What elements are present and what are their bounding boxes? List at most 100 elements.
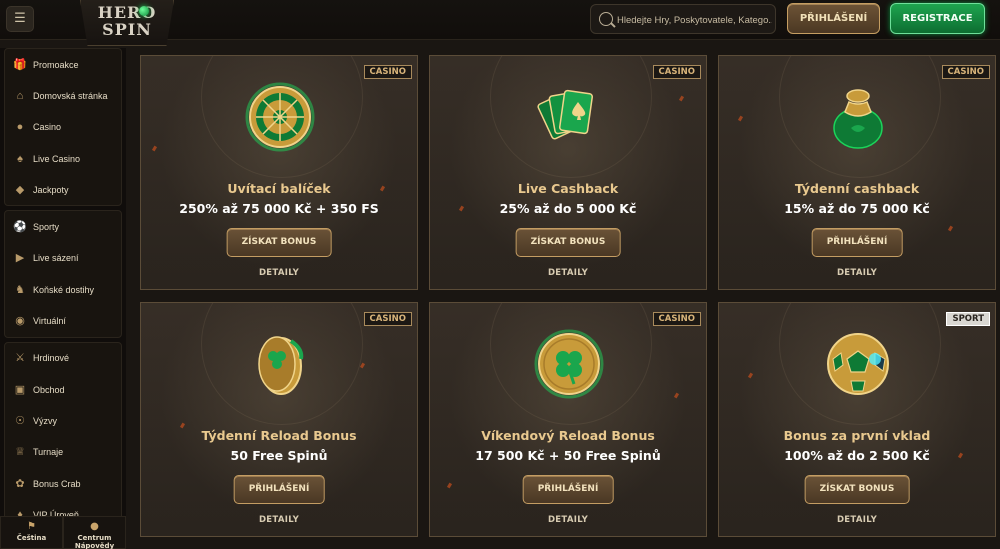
sidebar-toggle-button[interactable]: ☰ — [6, 6, 34, 32]
shop-icon: ▣ — [14, 383, 26, 396]
promo-offer: 50 Free Spinů — [230, 448, 328, 463]
sidebar-item-live-betting[interactable]: ▶ Live sázení — [5, 243, 121, 274]
promo-card[interactable]: CASINO Týdenní Reload Bonus 50 Free Spin… — [140, 302, 418, 537]
claim-bonus-button[interactable]: ZÍSKAT BONUS — [804, 475, 910, 504]
register-button[interactable]: REGISTRACE — [890, 3, 985, 34]
sidebar-item-label: Obchod — [33, 384, 65, 395]
login-button[interactable]: PŘIHLÁŠENÍ — [787, 3, 880, 34]
sidebar-item-label: Domovská stránka — [33, 90, 108, 101]
medal-icon: ☉ — [15, 414, 25, 427]
sidebar-toggle-icon: ☰ — [14, 11, 26, 26]
horse-icon: ♞ — [15, 283, 25, 296]
sidebar-item-shop[interactable]: ▣ Obchod — [5, 374, 121, 405]
live-icon: ▶ — [15, 252, 25, 265]
promo-offer: 17 500 Kč + 50 Free Spinů — [475, 448, 661, 463]
search-box[interactable] — [590, 4, 776, 34]
category-badge: CASINO — [652, 312, 701, 326]
promo-card[interactable]: CASINO Víkendový Reload Bonus 17 500 Kč … — [429, 302, 707, 537]
ember-decoration — [359, 362, 366, 369]
details-link[interactable]: DETAILY — [141, 515, 417, 525]
sidebar-item-virtual[interactable]: ◉ Virtuální — [5, 305, 121, 336]
sidebar-item-label: Virtuální — [33, 316, 66, 327]
sidebar: 🎁 Promoakce ⌂ Domovská stránka ● Casino ♠ Li… — [0, 48, 126, 549]
promo-offer: 100% až do 2 500 Kč — [784, 448, 930, 463]
category-badge: CASINO — [652, 65, 701, 79]
sidebar-footer: ⚑ Čeština ● Centrum Nápovědy — [0, 516, 126, 549]
sidebar-item-label: Promoakce — [33, 59, 79, 70]
ember-decoration — [151, 145, 158, 152]
cherries-icon: ● — [16, 121, 24, 134]
coin-stack-icon — [258, 336, 304, 395]
promo-card[interactable]: CASINO Live Cashback 25% až do 5 000 Kč … — [429, 55, 707, 290]
promo-title: Týdenní cashback — [794, 181, 920, 196]
home-icon: ⌂ — [16, 89, 24, 102]
promo-card[interactable]: SPORT Bonus za první vklad 100% až do 2 … — [718, 302, 996, 537]
help-center-label: Centrum Nápovědy — [74, 534, 115, 549]
sidebar-item-horse-racing[interactable]: ♞ Koňské dostihy — [5, 274, 121, 305]
promo-title: Uvítací balíček — [227, 181, 331, 196]
details-link[interactable]: DETAILY — [430, 515, 706, 525]
category-badge: CASINO — [941, 65, 990, 79]
logo[interactable]: HERO SPIN — [80, 0, 174, 46]
language-label: Čeština — [16, 534, 47, 542]
promo-title: Bonus za první vklad — [783, 428, 931, 443]
roulette-wheel-icon — [245, 82, 315, 152]
details-link[interactable]: DETAILY — [430, 268, 706, 278]
sidebar-item-label: Hrdinové — [33, 353, 70, 364]
sidebar-item-home[interactable]: ⌂ Domovská stránka — [5, 80, 121, 111]
sidebar-item-sports[interactable]: ⚽ Sporty — [5, 211, 121, 242]
swords-icon: ⚔ — [15, 352, 25, 365]
money-bag-icon — [833, 89, 883, 149]
ember-decoration — [446, 482, 453, 489]
jackpot-icon: ◆ — [15, 183, 25, 196]
category-badge: CASINO — [363, 65, 412, 79]
category-badge: SPORT — [946, 312, 990, 326]
ember-decoration — [947, 225, 954, 232]
promo-title: Live Cashback — [517, 181, 619, 196]
sidebar-item-live-casino[interactable]: ♠ Live Casino — [5, 143, 121, 174]
login-button[interactable]: PŘIHLÁŠENÍ — [233, 475, 325, 504]
czech-flag-icon: ⚑ — [27, 521, 36, 532]
sidebar-item-promoakce[interactable]: 🎁 Promoakce — [5, 49, 121, 80]
sidebar-item-label: Bonus Crab — [33, 478, 81, 489]
ember-decoration — [673, 392, 680, 399]
sidebar-item-tournaments[interactable]: ♕ Turnaje — [5, 437, 121, 468]
promo-title: Víkendový Reload Bonus — [481, 428, 655, 443]
cards-icon: ♠ — [17, 152, 23, 165]
ember-decoration — [678, 95, 685, 102]
football-ball-icon — [827, 333, 889, 395]
sidebar-item-casino[interactable]: ● Casino — [5, 112, 121, 143]
login-button[interactable]: PŘIHLÁŠENÍ — [522, 475, 614, 504]
sidebar-item-label: Sporty — [33, 222, 60, 233]
promo-offer: 15% až do 75 000 Kč — [784, 201, 930, 216]
logo-gem-icon — [139, 6, 149, 16]
logo-text-top: HERO — [97, 3, 157, 22]
details-link[interactable]: DETAILY — [719, 515, 995, 525]
promo-card[interactable]: CASINO Uvítací balíček 250% až 75 000 Kč… — [140, 55, 418, 290]
crab-icon: ✿ — [15, 477, 25, 490]
sidebar-item-bonus-crab[interactable]: ✿ Bonus Crab — [5, 468, 121, 499]
help-center-button[interactable]: ● Centrum Nápovědy — [63, 516, 126, 549]
sidebar-item-heroes[interactable]: ⚔ Hrdinové — [5, 343, 121, 374]
sidebar-item-challenges[interactable]: ☉ Výzvy — [5, 405, 121, 436]
trophy-icon: ♕ — [15, 446, 25, 459]
chat-bubble-icon: ● — [90, 521, 99, 532]
sidebar-item-label: Jackpoty — [33, 184, 69, 195]
sidebar-item-label: Výzvy — [33, 415, 58, 426]
search-input[interactable] — [617, 11, 772, 29]
details-link[interactable]: DETAILY — [719, 268, 995, 278]
claim-bonus-button[interactable]: ZÍSKAT BONUS — [515, 228, 621, 257]
search-icon — [599, 12, 613, 26]
top-header: ☰ HERO SPIN PŘIHLÁŠENÍ REGISTRACE — [0, 0, 1000, 46]
sidebar-item-label: Casino — [33, 122, 62, 133]
promo-title: Týdenní Reload Bonus — [201, 428, 357, 443]
login-button[interactable]: PŘIHLÁŠENÍ — [811, 228, 903, 257]
claim-bonus-button[interactable]: ZÍSKAT BONUS — [226, 228, 332, 257]
details-link[interactable]: DETAILY — [141, 268, 417, 278]
language-selector[interactable]: ⚑ Čeština — [0, 516, 63, 549]
clover-coin-icon — [534, 329, 604, 399]
promo-card[interactable]: CASINO Týdenní cashback 15% až do 75 000… — [718, 55, 996, 290]
nav-group-sports: ⚽ Sporty ▶ Live sázení ♞ Koňské dostihy ◉ Vi… — [4, 210, 122, 338]
sidebar-item-label: Live sázení — [33, 253, 79, 264]
sidebar-item-jackpots[interactable]: ◆ Jackpoty — [5, 174, 121, 205]
